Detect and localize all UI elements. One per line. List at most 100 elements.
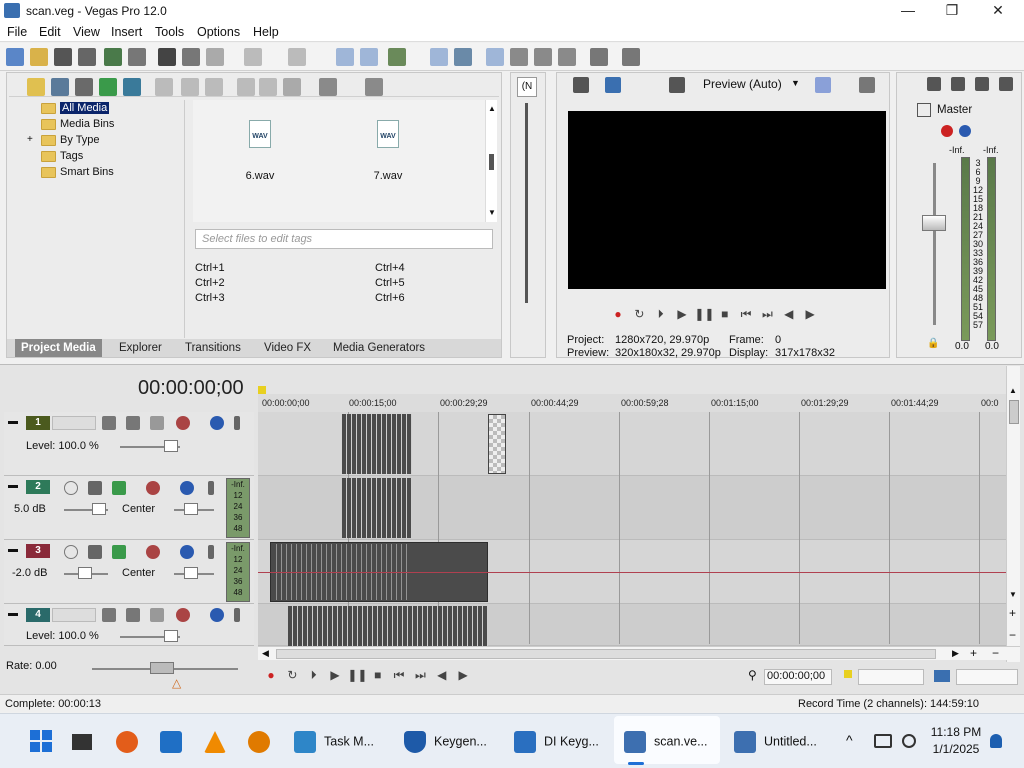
auto-preview-icon[interactable] <box>283 78 301 96</box>
collapse-track-icon[interactable]: ▬ <box>8 416 18 427</box>
master-fader-track[interactable] <box>933 163 936 325</box>
level-slider-handle[interactable] <box>164 630 178 642</box>
solo-icon[interactable] <box>234 416 240 430</box>
track-motion-icon[interactable] <box>102 608 116 622</box>
stop-icon[interactable]: ■ <box>716 307 734 321</box>
menu-view[interactable]: View <box>73 25 100 39</box>
taskbar-clock-time[interactable]: 11:18 PM <box>930 725 982 739</box>
loop-region-icon[interactable] <box>934 670 950 682</box>
pause-icon[interactable]: ❚❚ <box>347 668 367 682</box>
preview-quality-dropdown[interactable]: Preview (Auto) <box>703 77 782 91</box>
notification-bell-icon[interactable] <box>990 734 1002 748</box>
normal-edit-tool-icon[interactable] <box>336 48 354 66</box>
mute-icon[interactable] <box>210 416 224 430</box>
collapse-track-icon[interactable]: ▬ <box>8 480 18 491</box>
views-icon[interactable] <box>319 78 337 96</box>
volume-icon[interactable] <box>902 734 916 748</box>
zoom-tool-icon[interactable] <box>534 48 552 66</box>
pan-slider-handle[interactable] <box>184 503 198 515</box>
scroll-left-icon[interactable]: ◀ <box>262 648 269 659</box>
play-from-start-icon[interactable]: ⏵ <box>652 307 670 322</box>
tree-item-smart-bins[interactable]: Smart Bins <box>41 164 114 180</box>
snapping-icon[interactable] <box>388 48 406 66</box>
taskbar-app-vscode[interactable] <box>160 731 190 755</box>
video-event[interactable] <box>342 414 412 474</box>
cut-icon[interactable] <box>158 48 176 66</box>
zoom-out-icon[interactable]: − <box>1009 628 1016 642</box>
network-icon[interactable] <box>874 734 892 748</box>
taskbar-app-search[interactable] <box>248 731 278 755</box>
audio-event[interactable] <box>342 478 412 538</box>
import-media-icon[interactable] <box>27 78 45 96</box>
media-item-6-wav[interactable]: WAV <box>245 120 275 148</box>
scroll-thumb[interactable] <box>1009 400 1019 424</box>
selection-tool-icon[interactable] <box>510 48 528 66</box>
solo-icon[interactable] <box>208 545 214 559</box>
auto-ripple-icon[interactable] <box>430 48 448 66</box>
menu-options[interactable]: Options <box>197 25 240 39</box>
envelope-tool-icon[interactable] <box>360 48 378 66</box>
loop-icon[interactable]: ↻ <box>283 668 301 682</box>
compositing-mode-icon[interactable] <box>126 608 140 622</box>
track-name-field[interactable] <box>52 608 96 622</box>
tree-item-all-media[interactable]: All Media <box>41 100 110 116</box>
selection-length-field[interactable] <box>858 669 924 685</box>
track-fx-icon[interactable] <box>150 608 164 622</box>
taskbar-app-scan-veg[interactable]: scan.ve... <box>624 731 708 755</box>
volume-envelope-line[interactable] <box>258 572 1006 573</box>
menu-help[interactable]: Help <box>253 25 279 39</box>
downmix-icon[interactable] <box>951 77 965 91</box>
save-as-icon[interactable] <box>78 48 96 66</box>
search-icon[interactable] <box>365 78 383 96</box>
go-to-start-icon[interactable]: ⏮ <box>737 307 755 322</box>
taskbar-app-di-keygen[interactable]: DI Keyg... <box>514 731 599 755</box>
ignore-grouping-icon[interactable] <box>486 48 504 66</box>
lock-envelopes-icon[interactable] <box>454 48 472 66</box>
tag-shortcut-5[interactable]: Ctrl+5 <box>375 277 405 289</box>
add-bin-icon[interactable] <box>205 78 223 96</box>
loop-icon[interactable]: ↻ <box>630 307 648 321</box>
save-icon[interactable] <box>54 48 72 66</box>
master-fx-icon[interactable] <box>941 125 953 137</box>
solo-icon[interactable] <box>234 608 240 622</box>
copy-snapshot-icon[interactable] <box>859 77 875 93</box>
zoom-out-icon[interactable]: − <box>992 646 999 660</box>
track-motion-icon[interactable] <box>102 416 116 430</box>
video-event-selected[interactable] <box>488 414 506 474</box>
zoom-in-icon[interactable]: + <box>1009 606 1016 620</box>
close-button[interactable]: ✕ <box>978 2 1018 20</box>
remove-media-icon[interactable] <box>155 78 173 96</box>
collapse-track-icon[interactable]: ▬ <box>8 544 18 555</box>
trimmer-label[interactable]: (N <box>517 77 537 97</box>
tree-item-tags[interactable]: Tags <box>41 148 83 164</box>
volume-slider-handle[interactable] <box>78 567 92 579</box>
track-header-1[interactable]: ▬ 1 Level: 100.0 % <box>4 412 254 476</box>
record-icon[interactable]: ● <box>262 668 280 682</box>
invert-phase-icon[interactable] <box>88 481 102 495</box>
media-list-scrollbar[interactable]: ▲ ▼ <box>485 100 497 222</box>
scroll-up-icon[interactable]: ▲ <box>488 104 496 113</box>
tag-shortcut-1[interactable]: Ctrl+1 <box>195 262 225 274</box>
tab-project-media[interactable]: Project Media <box>15 339 102 357</box>
taskbar-app-firefox[interactable] <box>116 731 146 755</box>
compositing-mode-icon[interactable] <box>126 416 140 430</box>
open-icon[interactable] <box>30 48 48 66</box>
tab-media-generators[interactable]: Media Generators <box>327 339 431 357</box>
go-to-end-icon[interactable]: ⏭ <box>758 307 776 322</box>
track-fx-icon[interactable] <box>112 481 126 495</box>
paste-icon[interactable] <box>206 48 224 66</box>
whats-this-help-icon[interactable] <box>622 48 640 66</box>
render-icon[interactable] <box>104 48 122 66</box>
track-header-3[interactable]: ▬ 3 -2.0 dB Center -Inf. 12 24 36 48 <box>4 540 254 604</box>
stop-media-icon[interactable] <box>259 78 277 96</box>
media-properties-icon[interactable] <box>181 78 199 96</box>
scroll-down-icon[interactable]: ▼ <box>1009 590 1017 599</box>
marker-tool-icon[interactable]: ⚲ <box>748 668 757 682</box>
taskbar-app-keygen[interactable]: Keygen... <box>404 731 487 755</box>
record-icon[interactable]: ● <box>609 307 627 321</box>
play-media-icon[interactable] <box>237 78 255 96</box>
dim-output-icon[interactable] <box>975 77 989 91</box>
scroll-down-icon[interactable]: ▼ <box>488 208 496 217</box>
track-gear-icon[interactable] <box>146 481 160 495</box>
edit-tags-input[interactable]: Select files to edit tags <box>195 229 493 249</box>
